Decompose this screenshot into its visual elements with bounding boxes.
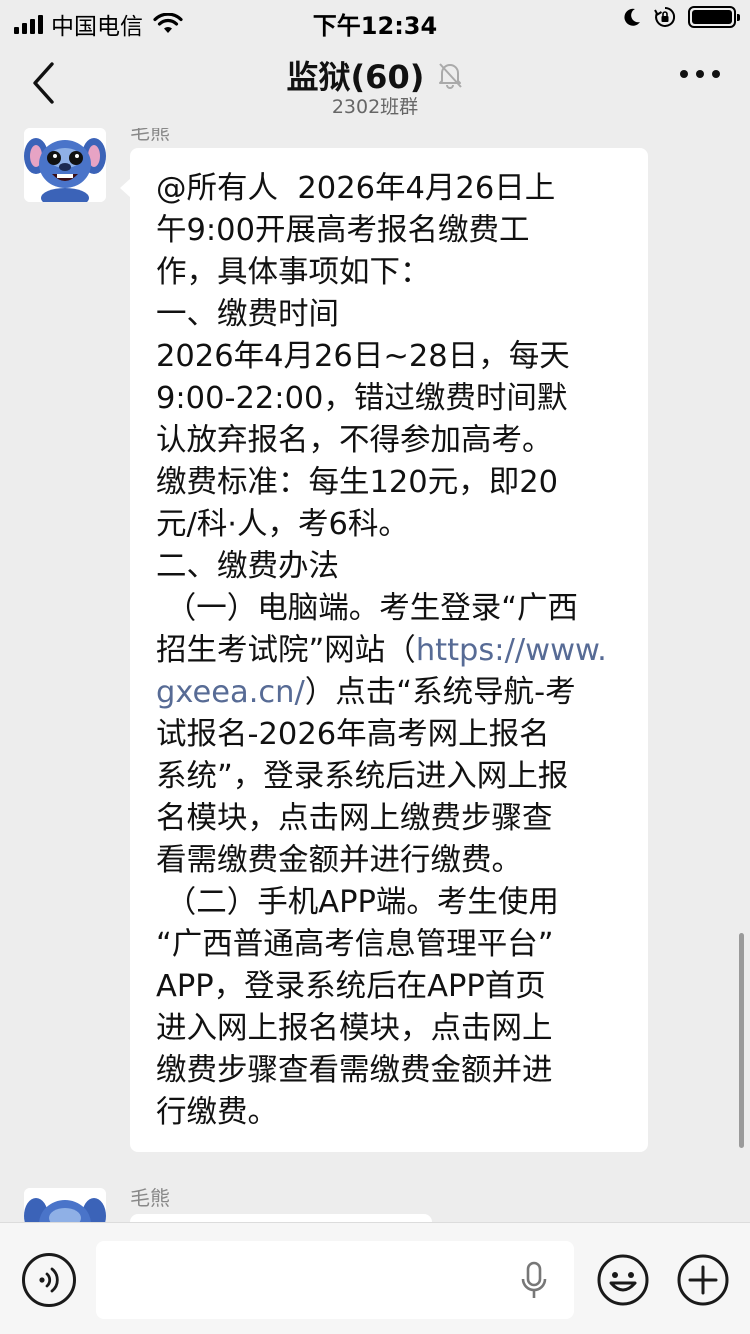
- chat-subtitle: 2302班群: [331, 96, 419, 118]
- voice-button[interactable]: [22, 1253, 76, 1307]
- stitch-avatar-icon: [24, 128, 106, 202]
- input-bar: [0, 1222, 750, 1334]
- message-line: “广西普通高考信息管理平台”: [156, 927, 554, 962]
- message-line: 缴费标准：每生120元，即20: [156, 465, 559, 500]
- message-bubble[interactable]: [130, 1214, 432, 1222]
- message-line: 进入网上报名模块，点击网上: [156, 1011, 553, 1046]
- message-line: 午9:00开展高考报名缴费工: [156, 213, 530, 248]
- message-line: 作，具体事项如下：: [156, 255, 431, 290]
- url-link[interactable]: gxeea.cn/: [156, 675, 305, 710]
- message-line: 试报名-2026年高考网上报名: [156, 717, 550, 752]
- message-line: 2026年4月26日~28日，每天: [156, 339, 570, 374]
- mute-icon: [439, 63, 463, 89]
- message-line: 名模块，点击网上缴费步骤查: [156, 801, 553, 836]
- scrollbar[interactable]: [739, 933, 744, 1148]
- message-line: 认放弃报名，不得参加高考。: [156, 423, 553, 458]
- more-icon[interactable]: [680, 70, 720, 78]
- message-line: ）点击“系统导航-考: [304, 675, 576, 710]
- avatar[interactable]: [24, 1188, 106, 1222]
- moon-icon: [624, 8, 640, 26]
- message-line: 元/科·人，考6科。: [156, 507, 409, 542]
- sender-name: 毛熊: [130, 1186, 170, 1210]
- mic-icon[interactable]: [520, 1261, 548, 1301]
- plus-icon[interactable]: [676, 1253, 730, 1307]
- sender-name: 毛熊: [130, 128, 170, 144]
- message-line: （二）手机APP端。考生使用: [156, 885, 559, 920]
- message-text: @所有人 2026年4月26日上 午9:00开展高考报名缴费工 作，具体事项如下…: [130, 148, 648, 1154]
- chat-area[interactable]: 毛熊 @所有人 2026年4月26日上 午9:00开展高考报名缴费工 作，具体事…: [0, 128, 750, 1222]
- voice-icon: [39, 1267, 59, 1293]
- message-line: 一、缴费时间: [156, 297, 339, 332]
- message-line: 看需缴费金额并进行缴费。: [156, 843, 522, 878]
- message-line: 二、缴费办法: [156, 549, 339, 584]
- message-line: APP，登录系统后在APP首页: [156, 969, 546, 1004]
- emoji-icon[interactable]: [596, 1253, 650, 1307]
- message-input[interactable]: [96, 1241, 574, 1319]
- nav-bar: 监狱(60) 2302班群: [0, 40, 750, 128]
- avatar[interactable]: [24, 128, 106, 202]
- rotation-lock-icon: [654, 6, 676, 27]
- url-link[interactable]: https://www.: [416, 633, 607, 668]
- status-right: [622, 6, 740, 28]
- message-line: 行缴费。: [156, 1095, 278, 1130]
- message-line: （一）电脑端。考生登录“广西: [156, 591, 579, 626]
- message-line: 系统”，登录系统后进入网上报: [156, 759, 569, 794]
- message-line: 缴费步骤查看需缴费金额并进: [156, 1053, 553, 1088]
- battery-icon: [688, 6, 740, 28]
- message-line: 招生考试院”网站（: [156, 633, 416, 668]
- message-line: 9:00-22:00，错过缴费时间默: [156, 381, 568, 416]
- message-bubble[interactable]: @所有人 2026年4月26日上 午9:00开展高考报名缴费工 作，具体事项如下…: [120, 148, 648, 1154]
- status-bar: 中国电信 下午12:34: [0, 0, 750, 40]
- stitch-avatar-icon: [24, 1188, 106, 1222]
- message-line: @所有人 2026年4月26日上: [156, 171, 556, 206]
